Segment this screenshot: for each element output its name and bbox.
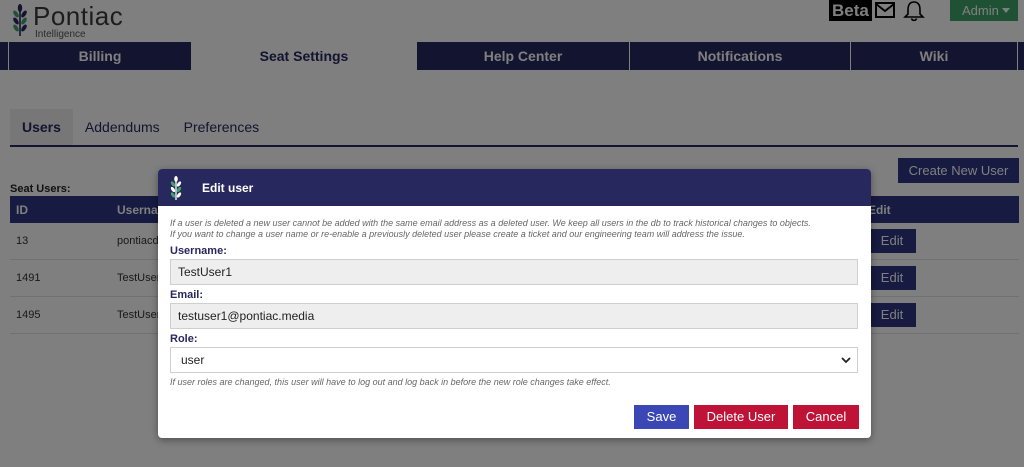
delete-note-line2: If you want to change a user name or re-…	[170, 229, 745, 239]
modal-body: If a user is deleted a new user cannot b…	[158, 206, 871, 387]
delete-note-line1: If a user is deleted a new user cannot b…	[170, 218, 811, 228]
cancel-button[interactable]: Cancel	[793, 405, 859, 429]
save-button[interactable]: Save	[634, 405, 689, 429]
wheat-logo-icon	[170, 176, 182, 200]
role-select[interactable]: user	[170, 347, 858, 373]
role-change-note: If user roles are changed, this user wil…	[170, 377, 611, 387]
email-field[interactable]: testuser1@pontiac.media	[170, 303, 858, 329]
chevron-down-icon	[841, 357, 851, 364]
role-selected-value: user	[181, 353, 205, 367]
modal-actions: Save Delete User Cancel	[629, 405, 859, 429]
modal-header: Edit user	[158, 169, 871, 206]
username-label: Username:	[170, 245, 227, 257]
delete-user-button[interactable]: Delete User	[694, 405, 788, 429]
role-label: Role:	[170, 333, 198, 345]
email-label: Email:	[170, 289, 204, 301]
username-field[interactable]: TestUser1	[170, 259, 858, 285]
edit-user-modal: Edit user If a user is deleted a new use…	[158, 169, 871, 438]
modal-title: Edit user	[202, 181, 254, 195]
